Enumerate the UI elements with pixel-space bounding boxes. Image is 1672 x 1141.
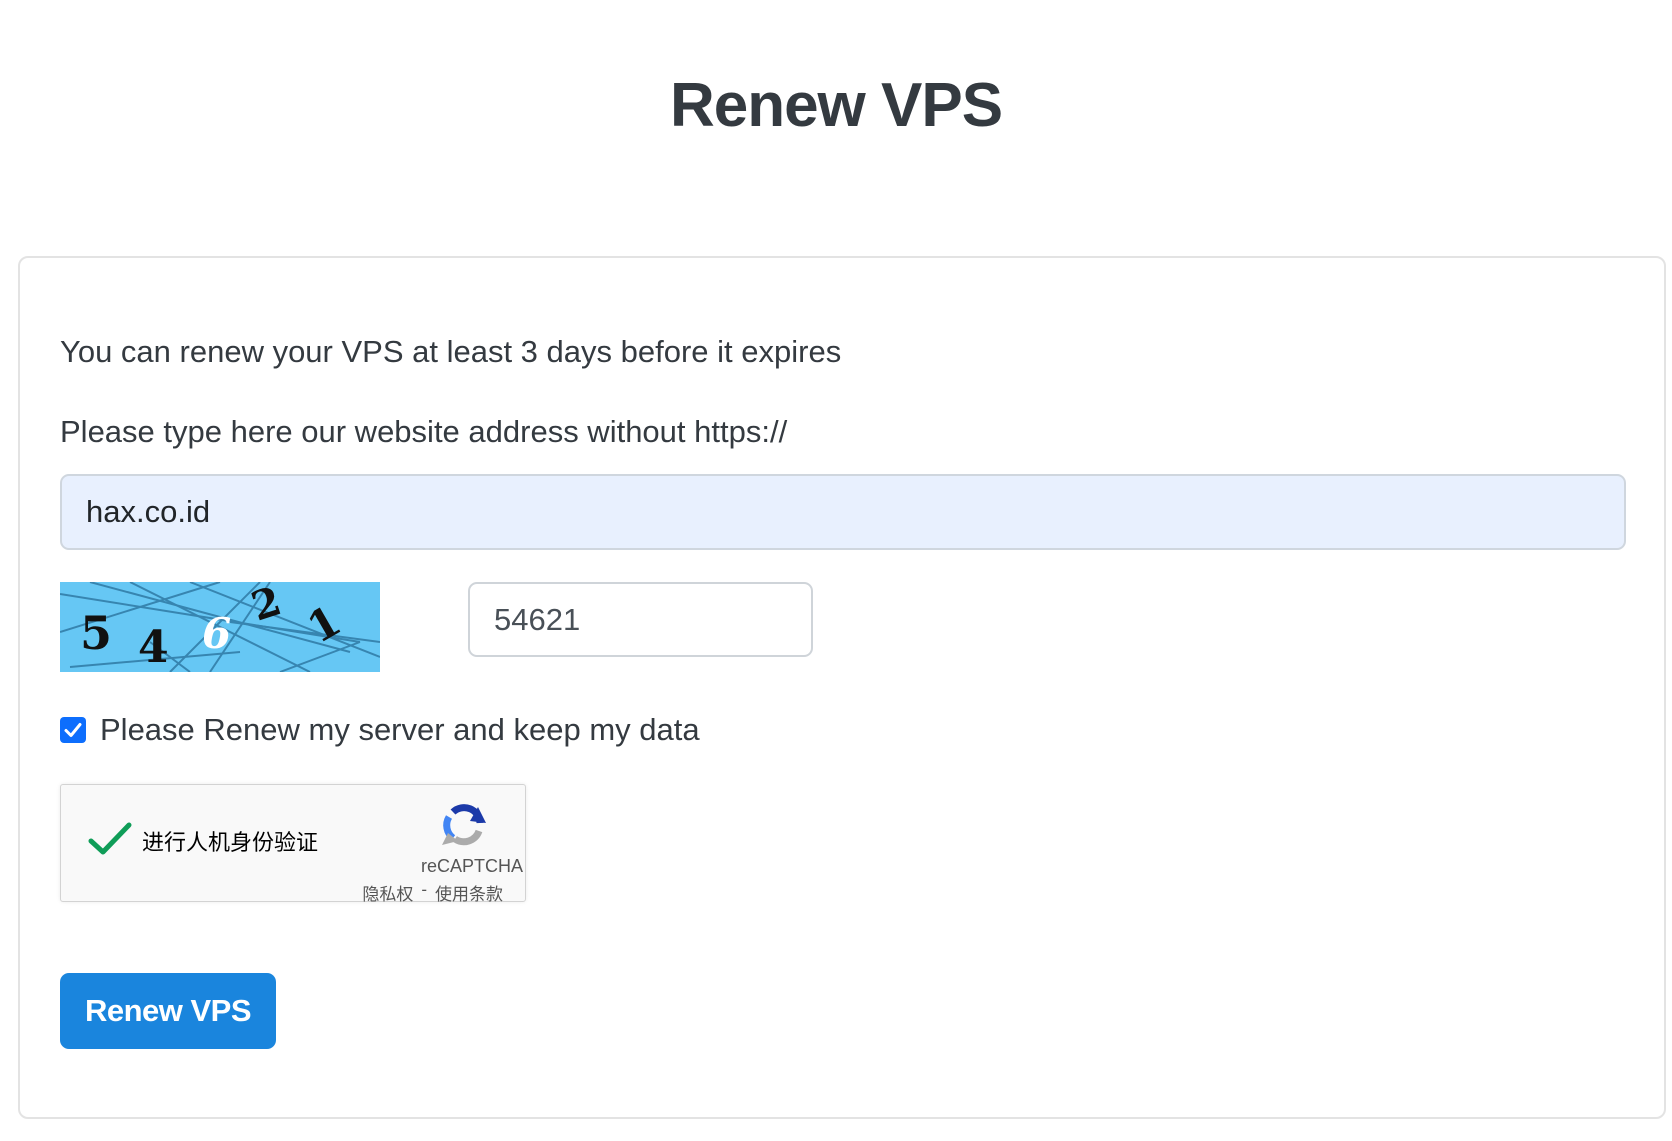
recaptcha-widget[interactable]: 进行人机身份验证 reCAPTCHA 隐私权 - 使用条款 [60,784,526,905]
recaptcha-status-text: 进行人机身份验证 [142,830,319,855]
website-address-input[interactable] [60,474,1626,550]
recaptcha-terms-link[interactable]: 使用条款 [435,880,503,905]
recaptcha-brand: reCAPTCHA [420,856,523,876]
captcha-image: 5 4 6 2 1 [60,582,380,672]
recaptcha-logo-icon [442,804,486,846]
page-title: Renew VPS [669,71,1003,140]
check-icon [64,723,82,737]
recaptcha-privacy-link[interactable]: 隐私权 [362,880,413,905]
renew-info-text: You can renew your VPS at least 3 days b… [60,334,842,369]
captcha-digit: 4 [138,622,169,672]
website-address-label: Please type here our website address wit… [60,414,788,449]
keep-data-label: Please Renew my server and keep my data [100,712,700,747]
keep-data-option[interactable]: Please Renew my server and keep my data [60,712,700,748]
recaptcha-links: 隐私权 - 使用条款 [358,880,507,905]
checkmark-icon [88,822,132,855]
recaptcha-link-separator: - [421,880,427,899]
captcha-digit: 6 [202,609,231,658]
renew-vps-button[interactable]: Renew VPS [60,973,276,1049]
captcha-digit: 5 [80,606,112,660]
keep-data-checkbox[interactable] [60,717,86,743]
captcha-input[interactable] [468,582,813,657]
